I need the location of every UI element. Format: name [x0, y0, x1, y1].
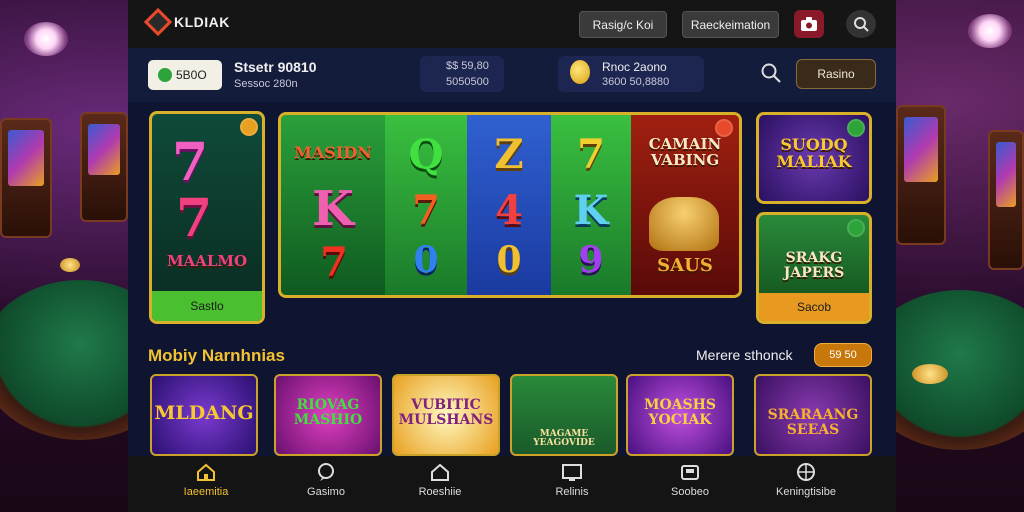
k-symbol: K [312, 181, 354, 237]
coin-decor [60, 258, 80, 272]
reels-side-title: CAMAIN VABING [648, 135, 722, 169]
game-card[interactable]: MOASHS YOCIAK [626, 374, 734, 456]
status-title: Stsetr 90810 [234, 59, 317, 75]
game-card[interactable]: SRARAANG SEEAS [754, 374, 872, 456]
slot-machine-decor [0, 118, 52, 238]
game-card[interactable]: MAGAME YEAGOVIDE [510, 374, 618, 456]
nav-item-live[interactable]: Relinis [516, 462, 628, 508]
featured-slot-reels[interactable]: MASIDN K 7 Q 7 0 Z 4 0 7 K 9 CAMAIN VABI… [278, 112, 742, 298]
search-icon[interactable] [846, 10, 876, 38]
q-symbol: Q [408, 131, 444, 178]
nav-label: Soobeo [671, 486, 709, 498]
treasure-pot-icon [649, 197, 719, 251]
game-card-title: VUBITIC MULSHANS [398, 397, 494, 428]
see-more-button[interactable]: 59 50 [814, 343, 872, 367]
casino-app-window: KLDIAK Rasig/c Koi Raeckeimation 5B0O St… [128, 0, 896, 512]
coin-icon [570, 60, 590, 84]
zero-symbol: 0 [496, 239, 522, 281]
nav-item-lobby[interactable]: Roeshiie [384, 462, 496, 508]
z-symbol: Z [494, 131, 524, 178]
logo-text: KLDIAK [174, 14, 230, 30]
section-title: Mobiy Narnhnias [148, 346, 285, 365]
nav-label: Iaeemitia [183, 486, 229, 498]
nav-item-wallet[interactable]: Soobeo [634, 462, 746, 508]
seven-symbol: 7 [412, 187, 440, 234]
tile-title: MAALMO [166, 252, 248, 270]
top-bar: KLDIAK Rasig/c Koi Raeckeimation [128, 0, 896, 48]
game-card[interactable]: MLDANG [150, 374, 258, 456]
nine-symbol: 9 [578, 239, 604, 281]
badge-icon [847, 119, 865, 137]
wallet-icon [681, 465, 699, 480]
balance-pill[interactable]: 5B0O [148, 60, 222, 90]
ball-icon [797, 463, 815, 481]
zero-symbol: 0 [413, 239, 439, 281]
k-symbol: K [573, 187, 609, 234]
status-subtitle: Sessoc 280n [234, 78, 298, 90]
badge-icon [715, 119, 733, 137]
see-more-link[interactable]: Merere sthonck [696, 347, 792, 363]
featured-tile-right-top[interactable]: SUODQ MALIAK [756, 112, 872, 204]
coin-decor [912, 364, 948, 384]
stat-mid-1: $$ 59,80 [446, 60, 489, 72]
game-card[interactable]: VUBITIC MULSHANS [392, 374, 500, 456]
house-icon [431, 463, 449, 481]
featured-tile-right-bottom[interactable]: SRAKG JAPERS Sacob [756, 212, 872, 324]
app-logo[interactable]: KLDIAK [143, 7, 230, 37]
game-card-title: MLDANG [154, 402, 254, 424]
seven-symbol: 7 [172, 132, 209, 193]
slot-machine-decor [896, 105, 946, 245]
nav-label: Roeshiie [418, 486, 462, 498]
badge-icon [847, 219, 865, 237]
badge-icon [240, 118, 258, 136]
seven-symbol: 7 [176, 188, 213, 249]
nav-item-sports[interactable]: Keningtisibe [750, 462, 862, 508]
home-icon [197, 463, 215, 481]
bottom-navigation: Iaeemitia Gasimo Roeshiie Relinis Soobeo… [128, 456, 896, 512]
nav-label: Keningtisibe [776, 486, 836, 498]
stat-right-1: Rnoc 2aono [602, 60, 667, 74]
seven-symbol: 7 [320, 239, 348, 286]
slot-machine-decor [988, 130, 1024, 270]
nav-label: Gasimo [307, 486, 345, 498]
reels-side-bottom: SAUS [657, 255, 713, 276]
seven-symbol: 7 [577, 131, 605, 178]
reels-title: MASIDN [294, 143, 372, 162]
chat-icon [318, 463, 334, 481]
game-card-title: MOASHS YOCIAK [643, 397, 716, 428]
screen-icon [562, 464, 582, 481]
camera-icon[interactable] [794, 10, 824, 38]
search-icon[interactable] [760, 62, 782, 84]
header-button-register[interactable]: Raeckeimation [682, 11, 779, 38]
slot-machine-decor [80, 112, 128, 222]
featured-tile-left[interactable]: 7 7 MAALMO Sastlo [149, 111, 265, 324]
game-card[interactable]: RIOVAG MASHIO [274, 374, 382, 456]
nav-item-casino[interactable]: Gasimo [270, 462, 382, 508]
balance-value: 5B0O [176, 68, 207, 82]
spotlight-left [24, 22, 68, 56]
spotlight-right [968, 14, 1012, 48]
four-symbol: 4 [495, 187, 523, 234]
tile-title: SUODQ MALIAK [776, 135, 852, 171]
game-card-title: RIOVAG MASHIO [293, 397, 363, 428]
game-card-title: MAGAME YEAGOVIDE [533, 429, 595, 449]
tile-cta-button[interactable]: Sacob [759, 293, 869, 321]
stat-right-2: 3600 50,8880 [602, 76, 670, 88]
gem-icon [158, 68, 172, 82]
rasino-button[interactable]: Rasino [796, 59, 876, 89]
logo-diamond-icon [143, 7, 173, 37]
nav-item-home[interactable]: Iaeemitia [150, 462, 262, 508]
tile-cta-button[interactable]: Sastlo [152, 291, 262, 321]
game-card-title: SRARAANG SEEAS [767, 407, 859, 438]
nav-label: Relinis [555, 486, 589, 498]
stat-mid-2: 5050500 [446, 76, 489, 88]
header-button-login[interactable]: Rasig/c Koi [579, 11, 667, 38]
tile-title: SRAKG JAPERS [783, 250, 845, 281]
